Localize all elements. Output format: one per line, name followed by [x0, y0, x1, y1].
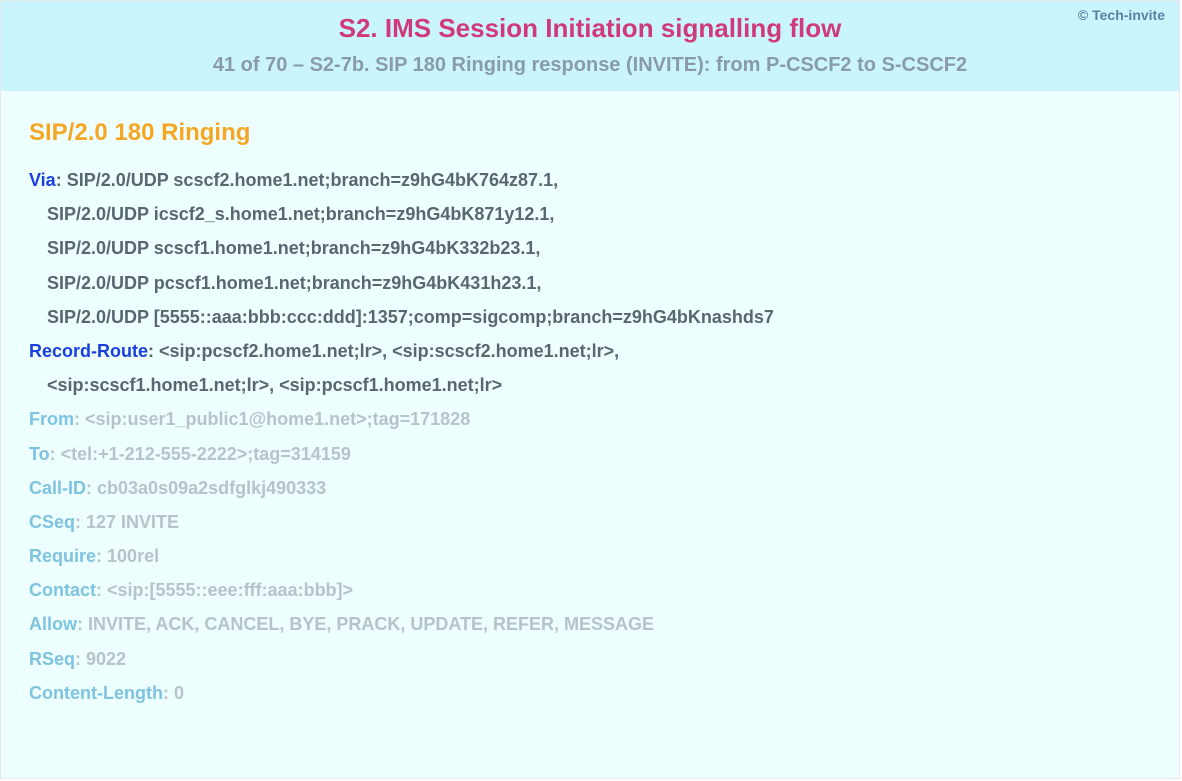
- via-value-2: SIP/2.0/UDP scscf1.home1.net;branch=z9hG…: [29, 231, 1169, 265]
- from-value: <sip:user1_public1@home1.net>;tag=171828: [85, 409, 470, 429]
- via-value-3: SIP/2.0/UDP pcscf1.home1.net;branch=z9hG…: [29, 266, 1169, 300]
- from-name: From: [29, 409, 74, 429]
- cseq-header: CSeq: 127 INVITE: [29, 505, 1169, 539]
- copyright-label: © Tech-invite: [1078, 7, 1165, 23]
- record-route-value-1: <sip:scscf1.home1.net;lr>, <sip:pcscf1.h…: [29, 368, 1169, 402]
- page: © Tech-invite S2. IMS Session Initiation…: [0, 0, 1180, 779]
- rseq-value: 9022: [86, 649, 126, 669]
- via-value-0: SIP/2.0/UDP scscf2.home1.net;branch=z9hG…: [67, 170, 558, 190]
- record-route-name: Record-Route: [29, 341, 148, 361]
- record-route-value-0: <sip:pcscf2.home1.net;lr>, <sip:scscf2.h…: [159, 341, 619, 361]
- via-header: Via: SIP/2.0/UDP scscf2.home1.net;branch…: [29, 163, 1169, 197]
- rseq-name: RSeq: [29, 649, 75, 669]
- via-name: Via: [29, 170, 56, 190]
- allow-header: Allow: INVITE, ACK, CANCEL, BYE, PRACK, …: [29, 607, 1169, 641]
- cseq-value: 127 INVITE: [86, 512, 179, 532]
- to-header: To: <tel:+1-212-555-2222>;tag=314159: [29, 437, 1169, 471]
- message-body: SIP/2.0 180 Ringing Via: SIP/2.0/UDP scs…: [1, 91, 1179, 720]
- to-value: <tel:+1-212-555-2222>;tag=314159: [61, 444, 351, 464]
- via-value-4: SIP/2.0/UDP [5555::aaa:bbb:ccc:ddd]:1357…: [29, 300, 1169, 334]
- call-id-name: Call-ID: [29, 478, 86, 498]
- allow-name: Allow: [29, 614, 77, 634]
- allow-value: INVITE, ACK, CANCEL, BYE, PRACK, UPDATE,…: [88, 614, 654, 634]
- content-length-header: Content-Length: 0: [29, 676, 1169, 710]
- call-id-value: cb03a0s09a2sdfglkj490333: [97, 478, 326, 498]
- from-header: From: <sip:user1_public1@home1.net>;tag=…: [29, 402, 1169, 436]
- require-value: 100rel: [107, 546, 159, 566]
- to-name: To: [29, 444, 50, 464]
- contact-name: Contact: [29, 580, 96, 600]
- via-value-1: SIP/2.0/UDP icscf2_s.home1.net;branch=z9…: [29, 197, 1169, 231]
- require-name: Require: [29, 546, 96, 566]
- call-id-header: Call-ID: cb03a0s09a2sdfglkj490333: [29, 471, 1169, 505]
- rseq-header: RSeq: 9022: [29, 642, 1169, 676]
- sip-status-line: SIP/2.0 180 Ringing: [29, 119, 1169, 147]
- record-route-header: Record-Route: <sip:pcscf2.home1.net;lr>,…: [29, 334, 1169, 368]
- content-length-value: 0: [174, 683, 184, 703]
- cseq-name: CSeq: [29, 512, 75, 532]
- page-title: S2. IMS Session Initiation signalling fl…: [21, 13, 1159, 44]
- contact-header: Contact: <sip:[5555::eee:fff:aaa:bbb]>: [29, 573, 1169, 607]
- require-header: Require: 100rel: [29, 539, 1169, 573]
- page-subtitle: 41 of 70 – S2-7b. SIP 180 Ringing respon…: [21, 54, 1159, 77]
- header: © Tech-invite S2. IMS Session Initiation…: [1, 1, 1179, 91]
- contact-value: <sip:[5555::eee:fff:aaa:bbb]>: [107, 580, 353, 600]
- content-length-name: Content-Length: [29, 683, 163, 703]
